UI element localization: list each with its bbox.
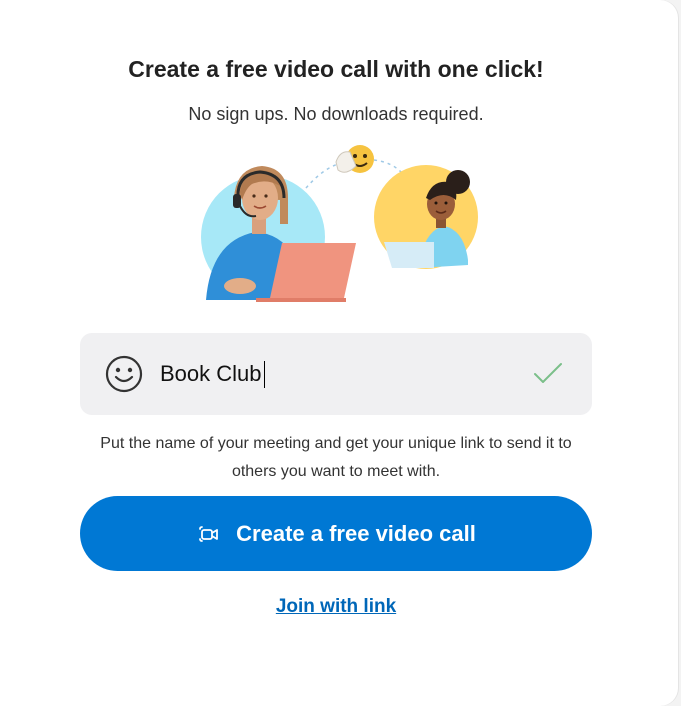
create-video-call-label: Create a free video call	[236, 520, 476, 546]
checkmark-icon	[534, 363, 562, 383]
meeting-name-input[interactable]	[160, 353, 520, 395]
smiley-icon[interactable]	[104, 354, 144, 394]
video-call-illustration	[201, 145, 478, 302]
text-caret	[264, 361, 265, 388]
video-camera-icon	[199, 525, 219, 542]
create-call-card: Create a free video call with one click!…	[0, 0, 678, 706]
create-video-call-button[interactable]: Create a free video call	[80, 496, 592, 571]
page-title: Create a free video call with one click!	[128, 56, 544, 82]
join-with-link-text[interactable]: Join with link	[276, 596, 396, 617]
meeting-name-field	[80, 333, 592, 415]
page-subtitle: No sign ups. No downloads required.	[188, 104, 484, 124]
meeting-name-hint: Put the name of your meeting and get you…	[100, 435, 572, 480]
join-with-link: Join with link	[0, 596, 672, 618]
